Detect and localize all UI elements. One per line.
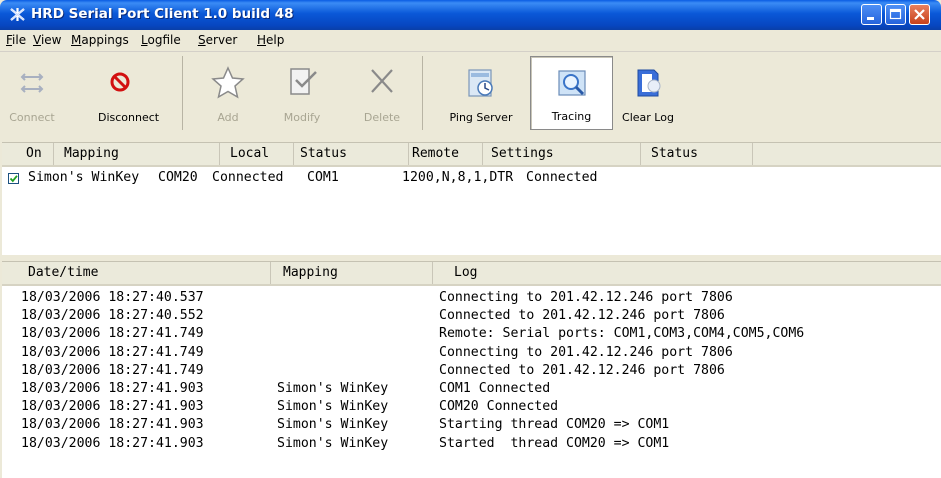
ping-server-button[interactable]: Ping Server — [444, 56, 518, 130]
log-datetime: 18/03/2006 18:27:40.552 — [21, 308, 204, 324]
mapping-remote: COM1 — [307, 170, 339, 185]
log-list-header: Date/time Mapping Log — [2, 262, 941, 286]
mapping-enabled-checkbox[interactable] — [8, 173, 19, 184]
delete-icon — [371, 69, 393, 93]
menu-bar: File View Mappings Logfile Server Help — [0, 30, 941, 52]
log-datetime: 18/03/2006 18:27:41.749 — [21, 326, 204, 342]
col-log[interactable]: Log — [433, 262, 941, 284]
log-mapping: Simon's WinKey — [277, 381, 389, 396]
log-message: Connected to 201.42.12.246 port 7806 — [439, 362, 725, 378]
log-message: Connecting to 201.42.12.246 port 7806 — [439, 290, 733, 305]
mapping-name: Simon's WinKey — [28, 170, 140, 185]
add-button[interactable]: Add — [196, 56, 260, 130]
mapping-local: COM20 — [158, 170, 198, 185]
mapping-status: Connected — [212, 170, 284, 185]
col-remote-status[interactable]: Status — [641, 143, 753, 165]
log-message: Remote: Serial ports: COM1,COM3,COM4,COM… — [439, 326, 805, 342]
maximize-button[interactable] — [885, 4, 906, 25]
col-remote[interactable]: Remote — [409, 143, 483, 165]
menu-help[interactable]: Help — [257, 33, 284, 47]
menu-logfile[interactable]: Logfile — [141, 33, 181, 47]
delete-label: Delete — [363, 111, 401, 124]
log-message: Starting thread COM20 => COM1 — [439, 417, 670, 433]
log-message: COM20 Connected — [439, 399, 559, 415]
tracing-button[interactable]: Tracing — [530, 56, 613, 130]
col-mapping[interactable]: Mapping — [54, 143, 220, 165]
tracing-label: Tracing — [551, 110, 592, 123]
window-title: HRD Serial Port Client 1.0 build 48 — [31, 6, 294, 22]
modify-icon — [290, 68, 317, 95]
disconnect-icon — [110, 72, 130, 92]
app-window: HRD Serial Port Client 1.0 build 48 File… — [0, 0, 941, 478]
ping-server-icon — [468, 69, 493, 97]
app-icon — [10, 8, 25, 21]
maximize-icon — [889, 8, 902, 20]
close-icon — [914, 9, 925, 20]
delete-button[interactable]: Delete — [342, 56, 423, 130]
mapping-remote-status: Connected — [526, 170, 598, 185]
log-mapping: Simon's WinKey — [277, 417, 389, 433]
star-icon — [211, 66, 245, 99]
col-datetime[interactable]: Date/time — [2, 262, 271, 284]
add-label: Add — [217, 111, 239, 124]
modify-label: Modify — [283, 111, 321, 124]
ping-server-label: Ping Server — [449, 111, 513, 124]
minimize-icon — [867, 17, 874, 20]
clear-log-button[interactable]: Clear Log — [614, 56, 682, 130]
col-local[interactable]: Local — [220, 143, 294, 165]
title-bar[interactable]: HRD Serial Port Client 1.0 build 48 — [0, 0, 941, 30]
log-datetime: 18/03/2006 18:27:41.903 — [21, 435, 204, 451]
log-mapping: Simon's WinKey — [277, 435, 389, 451]
log-datetime: 18/03/2006 18:27:41.749 — [21, 362, 204, 378]
log-mapping: Simon's WinKey — [277, 399, 389, 415]
clear-log-icon — [637, 69, 661, 97]
connect-label: Connect — [9, 111, 55, 124]
col-log-mapping[interactable]: Mapping — [271, 262, 433, 284]
mapping-list-header: On Mapping Local Status Remote Settings … — [2, 143, 941, 167]
minimize-button[interactable] — [861, 4, 882, 25]
mapping-settings: 1200,N,8,1,DTR — [402, 170, 514, 185]
log-datetime: 18/03/2006 18:27:41.903 — [21, 399, 204, 415]
checkmark-icon — [9, 175, 18, 183]
connect-button[interactable]: Connect — [6, 56, 58, 130]
log-datetime: 18/03/2006 18:27:41.903 — [21, 417, 204, 433]
close-button[interactable] — [909, 4, 930, 25]
disconnect-button[interactable]: Disconnect — [58, 56, 183, 130]
magnifier-icon — [557, 70, 586, 96]
col-status[interactable]: Status — [294, 143, 409, 165]
log-datetime: 18/03/2006 18:27:40.537 — [21, 290, 204, 305]
toolbar: Connect Disconnect Add Modify Delete Pin… — [0, 52, 941, 140]
clear-log-label: Clear Log — [622, 111, 674, 124]
menu-file[interactable]: File — [6, 33, 26, 47]
connect-icon — [20, 73, 44, 93]
mapping-list: On Mapping Local Status Remote Settings … — [2, 142, 941, 256]
log-datetime: 18/03/2006 18:27:41.903 — [21, 381, 204, 396]
log-list: Date/time Mapping Log 18/03/2006 18:27:4… — [2, 261, 941, 478]
log-message: Connected to 201.42.12.246 port 7806 — [439, 308, 725, 324]
log-message: COM1 Connected — [439, 381, 551, 396]
menu-view[interactable]: View — [33, 33, 61, 47]
disconnect-label: Disconnect — [98, 111, 160, 124]
col-settings[interactable]: Settings — [483, 143, 641, 165]
log-datetime: 18/03/2006 18:27:41.749 — [21, 344, 204, 360]
log-message: Connecting to 201.42.12.246 port 7806 — [439, 344, 733, 360]
log-message: Started thread COM20 => COM1 — [439, 435, 670, 451]
menu-server[interactable]: Server — [198, 33, 237, 47]
menu-mappings[interactable]: Mappings — [71, 33, 129, 47]
modify-button[interactable]: Modify — [266, 56, 338, 130]
